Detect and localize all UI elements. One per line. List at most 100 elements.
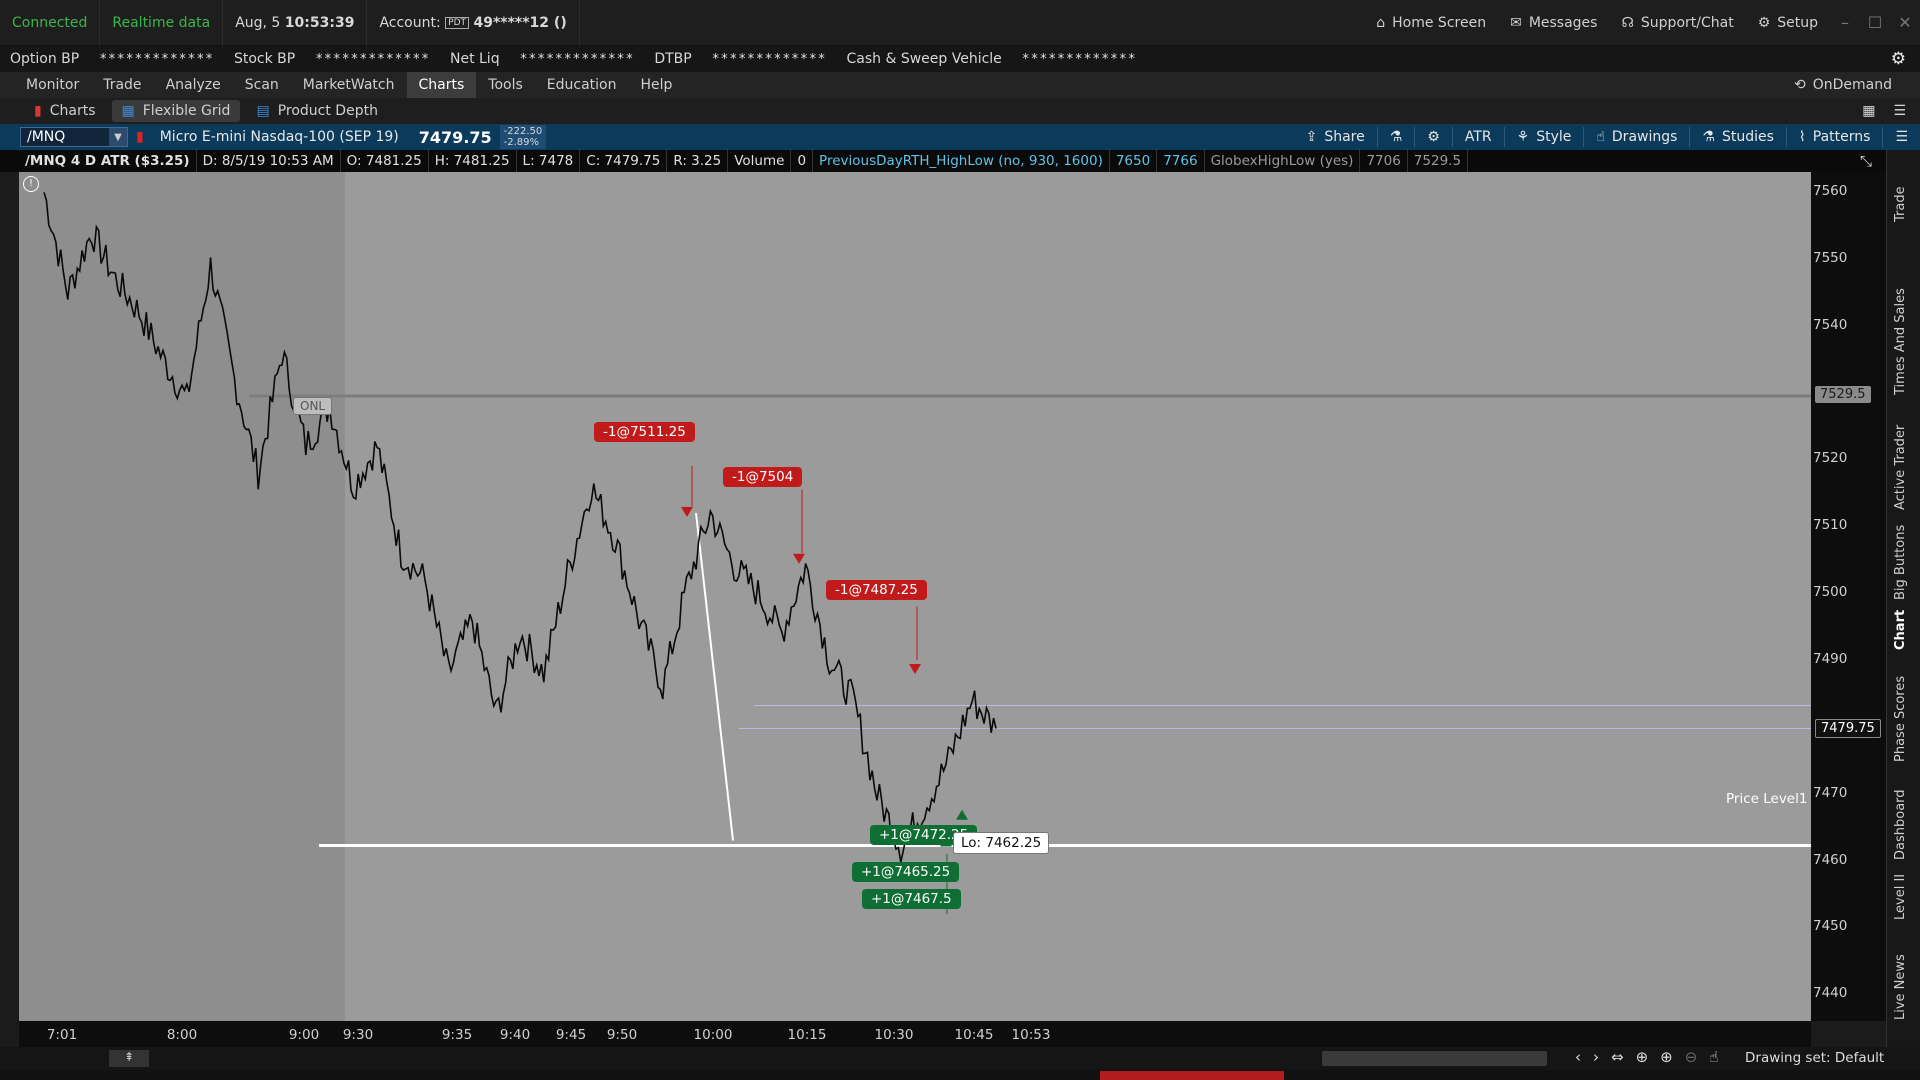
sell-order-tag[interactable]: -1@7487.25 (826, 580, 927, 600)
symbol-link-icon[interactable]: ▮ (136, 129, 144, 145)
atr-button[interactable]: ATR (1453, 129, 1504, 145)
menu-analyze[interactable]: Analyze (154, 72, 233, 98)
last-price: 7479.75 (418, 127, 492, 147)
symbol-text: /MNQ (27, 129, 66, 145)
menu-education[interactable]: Education (535, 72, 629, 98)
horizontal-scrollbar[interactable] (1322, 1051, 1547, 1066)
chart-menu-button[interactable]: ☰ (1883, 129, 1920, 145)
price-series-line (43, 192, 997, 863)
close-button[interactable]: ✕ (1890, 13, 1920, 32)
x-tick-label: 9:45 (555, 1027, 587, 1043)
home-screen-label: Home Screen (1392, 14, 1487, 31)
side-tab-chart[interactable]: Chart (1893, 610, 1908, 650)
style-label: Style (1536, 129, 1572, 145)
chart-title: /MNQ 4 D ATR ($3.25) (19, 150, 197, 172)
sell-arrow (793, 553, 805, 564)
side-tab-active-trader[interactable]: Active Trader (1893, 425, 1908, 510)
side-tab-phase-scores[interactable]: Phase Scores (1893, 676, 1908, 762)
scroll-right-icon[interactable]: › (1593, 1048, 1599, 1066)
menu-charts[interactable]: Charts (406, 72, 477, 98)
setup-button[interactable]: ⚙ Setup (1746, 15, 1830, 31)
option-bp-label[interactable]: Option BP (0, 51, 89, 67)
dtbp-label: DTBP (654, 51, 692, 67)
y-tick-label: 7560 (1813, 183, 1848, 200)
menu-help[interactable]: Help (628, 72, 684, 98)
sell-arrow (909, 664, 921, 675)
menu-monitor[interactable]: Monitor (14, 72, 91, 98)
ondemand-button[interactable]: ⟲ OnDemand (1782, 77, 1904, 93)
chart-toolbar: /MNQ ▼ ▮ Micro E-mini Nasdaq-100 (SEP 19… (0, 124, 1920, 150)
share-button[interactable]: ⇪ Share (1294, 129, 1377, 145)
bar-open: O: 7481.25 (341, 150, 429, 172)
side-tab-dashboard[interactable]: Dashboard (1893, 789, 1908, 860)
expand-up-icon[interactable]: ⇞ (109, 1050, 149, 1067)
collapse-arrows-icon[interactable]: ⤡ (1860, 152, 1872, 170)
balances-bar: Option BP ************* Stock BP *******… (0, 46, 1920, 72)
flask-button[interactable]: ⚗ (1378, 129, 1415, 145)
subtab-product-depth[interactable]: ▤ Product Depth (246, 100, 387, 122)
grid-icon: ▦ (121, 103, 135, 119)
buy-order-tag[interactable]: +1@7467.5 (862, 889, 961, 909)
price-axis[interactable]: 7560 7550 7540 7520 7510 7500 7490 7470 7460 7450… (1811, 172, 1886, 1021)
chart-info-row: /MNQ 4 D ATR ($3.25) D: 8/5/19 10:53 AM … (0, 150, 1920, 172)
chart-settings-button[interactable]: ⚙ (1415, 129, 1452, 145)
account-selector[interactable]: Account: PDT 49*****12 () (367, 0, 580, 46)
last-price-badge: 7479.75 (1815, 718, 1881, 738)
pointer-hand-icon[interactable]: ☝ (1709, 1048, 1718, 1066)
home-screen-button[interactable]: ⌂ Home Screen (1364, 15, 1498, 31)
chart-bottom-bar: ⇞ ‹ › ⇔ ⊕ ⊕ ⊖ ☝ Drawing set: Default (0, 1047, 1920, 1070)
buy-order-tag[interactable]: +1@7465.25 (852, 862, 960, 882)
list-menu-icon[interactable]: ☰ (1893, 103, 1906, 119)
settings-gear-icon[interactable]: ⚙ (1891, 49, 1906, 69)
side-tab-times-and-sales[interactable]: Times And Sales (1893, 288, 1908, 395)
drawing-set-label[interactable]: Drawing set: Default (1745, 1050, 1884, 1066)
messages-button[interactable]: ✉ Messages (1498, 15, 1609, 31)
y-tick-label: 7460 (1813, 851, 1848, 868)
style-button[interactable]: ⚘ Style (1505, 129, 1584, 145)
list-menu-icon: ☰ (1895, 129, 1908, 145)
study-prev-day-hl[interactable]: PreviousDayRTH_HighLow (no, 930, 1600) (813, 150, 1110, 172)
zoom-in-icon[interactable]: ⊕ (1660, 1048, 1673, 1066)
support-chat-button[interactable]: ☊ Support/Chat (1609, 15, 1745, 31)
sell-order-tag[interactable]: -1@7504 (723, 467, 803, 487)
crosshair-icon[interactable]: ⊕ (1636, 1048, 1649, 1066)
sell-arrow (681, 506, 693, 517)
menu-scan[interactable]: Scan (233, 72, 291, 98)
layout-grid-icon[interactable]: ▦ (1862, 103, 1875, 119)
study-globex-hl-value-2: 7529.5 (1408, 150, 1469, 172)
side-tab-big-buttons[interactable]: Big Buttons (1893, 525, 1908, 600)
sell-order-tag[interactable]: -1@7511.25 (594, 422, 695, 442)
buy-arrow (956, 809, 968, 820)
pan-arrows-icon[interactable]: ⇔ (1611, 1048, 1624, 1066)
info-circle-icon[interactable]: ! (23, 176, 39, 192)
subtab-flexible-grid[interactable]: ▦ Flexible Grid (111, 100, 241, 122)
ondemand-label: OnDemand (1812, 77, 1892, 93)
zoom-out-icon[interactable]: ⊖ (1685, 1048, 1698, 1066)
study-prev-day-hl-value-2: 7766 (1157, 150, 1205, 172)
side-tab-live-news[interactable]: Live News (1893, 954, 1908, 1020)
drawings-button[interactable]: ☝ Drawings (1584, 129, 1689, 145)
studies-button[interactable]: ⚗ Studies (1690, 129, 1786, 145)
side-tab-level-ii[interactable]: Level II (1893, 874, 1908, 920)
menu-marketwatch[interactable]: MarketWatch (291, 72, 407, 98)
maximize-button[interactable]: ☐ (1860, 13, 1890, 32)
style-icon: ⚘ (1516, 129, 1530, 145)
minimize-button[interactable]: – (1830, 13, 1860, 32)
chart-nav-controls: ‹ › ⇔ ⊕ ⊕ ⊖ ☝ (1575, 1048, 1718, 1066)
side-tab-trade[interactable]: Trade (1893, 186, 1908, 222)
symbol-input[interactable]: /MNQ ▼ (20, 127, 128, 147)
y-tick-label: 7470 (1813, 784, 1848, 801)
time-axis[interactable]: 7:01 8:00 9:00 9:30 9:35 9:40 9:45 9:50 10:00 10:… (19, 1021, 1811, 1047)
study-globex-hl[interactable]: GlobexHighLow (yes) (1205, 150, 1361, 172)
price-chart[interactable]: ! ONL Price Level1 -1@7511.25 -1@7504 -1… (19, 172, 1811, 1021)
chevron-down-icon[interactable]: ▼ (109, 128, 127, 146)
hand-icon: ☝ (1596, 129, 1605, 145)
net-liq-label[interactable]: Net Liq (440, 51, 510, 67)
menu-tools[interactable]: Tools (476, 72, 535, 98)
onl-label[interactable]: ONL (293, 397, 333, 415)
subtab-charts[interactable]: ▮ Charts (24, 100, 106, 122)
scroll-left-icon[interactable]: ‹ (1575, 1048, 1581, 1066)
subtab-charts-label: Charts (49, 103, 96, 119)
patterns-button[interactable]: ⌇ Patterns (1787, 129, 1883, 145)
menu-trade[interactable]: Trade (91, 72, 153, 98)
